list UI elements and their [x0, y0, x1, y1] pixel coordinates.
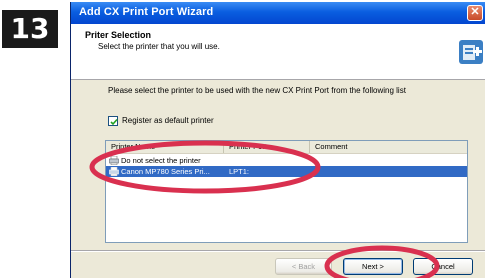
wizard-header: Priter Selection Select the printer that…	[71, 24, 485, 80]
printer-name-cell: Canon MP780 Series Pri...	[121, 167, 210, 176]
printer-port-cell	[229, 155, 309, 166]
default-printer-label: Register as default printer	[122, 116, 214, 125]
close-icon: ✕	[470, 6, 480, 18]
page-subtitle: Select the printer that you will use.	[98, 42, 220, 51]
printer-port-cell: LPT1:	[229, 167, 250, 176]
printer-icon	[109, 156, 119, 165]
wizard-printer-icon	[457, 38, 485, 66]
column-printer-port[interactable]: Printer Port	[224, 141, 310, 153]
printer-row-do-not-select[interactable]: Do not select the printer	[106, 155, 467, 166]
printer-list[interactable]: Printer Name Printer Port Comment Do not…	[105, 140, 468, 243]
back-button[interactable]: < Back	[275, 258, 332, 275]
tutorial-screenshot: 13 Add CX Print Port Wizard ✕ Priter Sel…	[0, 0, 485, 278]
column-comment[interactable]: Comment	[310, 141, 467, 153]
wizard-window: Add CX Print Port Wizard ✕ Priter Select…	[70, 2, 485, 278]
column-printer-name[interactable]: Printer Name	[106, 141, 224, 153]
instruction-text: Please select the printer to be used wit…	[108, 86, 406, 95]
step-number-badge: 13	[2, 10, 58, 48]
next-button[interactable]: Next >	[343, 258, 403, 275]
cancel-button[interactable]: Cancel	[413, 258, 473, 275]
footer-divider	[71, 250, 485, 252]
printer-list-header: Printer Name Printer Port Comment	[106, 141, 467, 154]
printer-row-canon-mp780[interactable]: Canon MP780 Series Pri... LPT1:	[106, 166, 467, 177]
default-printer-checkbox[interactable]	[108, 116, 118, 126]
close-button[interactable]: ✕	[467, 5, 483, 21]
window-title: Add CX Print Port Wizard	[79, 6, 214, 18]
title-bar[interactable]: Add CX Print Port Wizard ✕	[71, 2, 485, 24]
printer-icon	[109, 167, 119, 176]
page-title: Priter Selection	[85, 30, 152, 40]
checkmark-icon	[110, 118, 118, 126]
printer-name-cell: Do not select the printer	[121, 156, 201, 165]
